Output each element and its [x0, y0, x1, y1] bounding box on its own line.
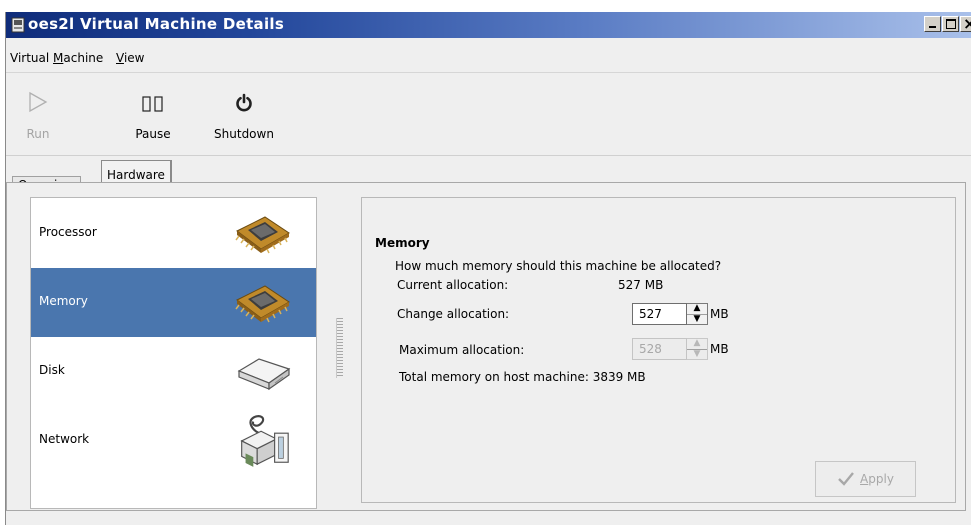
- play-icon: [29, 91, 48, 113]
- pause-label: Pause: [135, 127, 171, 141]
- apply-button[interactable]: Apply: [815, 461, 916, 497]
- increment-button[interactable]: ▲: [687, 339, 707, 350]
- decrement-button[interactable]: ▼: [687, 349, 707, 360]
- close-button[interactable]: [960, 16, 971, 32]
- max-allocation-input[interactable]: 528: [632, 338, 687, 360]
- window-title: oes2l Virtual Machine Details: [28, 15, 285, 33]
- pause-button[interactable]: Pause: [128, 73, 178, 141]
- pause-icon: [142, 96, 163, 112]
- menu-virtual-machine[interactable]: Virtual Machine: [10, 51, 103, 65]
- hw-item-label: Network: [39, 432, 90, 446]
- pane-splitter-handle[interactable]: [336, 318, 343, 378]
- shutdown-button[interactable]: Shutdown: [208, 73, 280, 141]
- host-total-memory-text: Total memory on host machine: 3839 MB: [399, 370, 646, 384]
- change-allocation-input[interactable]: 527: [632, 303, 687, 325]
- menu-view[interactable]: View: [116, 51, 144, 65]
- hw-item-network[interactable]: Network: [31, 406, 316, 475]
- memory-section-title: Memory: [375, 236, 430, 250]
- apply-label: Apply: [860, 472, 894, 486]
- menu-label-post: achine: [63, 51, 104, 65]
- decrement-button[interactable]: ▼: [687, 314, 707, 325]
- hw-item-label: Disk: [39, 363, 65, 377]
- menu-mnemonic: M: [53, 51, 64, 65]
- memory-question-text: How much memory should this machine be a…: [395, 259, 722, 273]
- network-adapter-icon: [240, 415, 289, 467]
- terminal-app-icon: [11, 17, 25, 33]
- change-allocation-spinner: 527 ▲ ▼ MB: [632, 302, 729, 326]
- disk-drive-icon: [237, 358, 291, 391]
- max-allocation-unit: MB: [710, 342, 729, 356]
- hw-item-disk[interactable]: Disk: [31, 337, 316, 406]
- minimize-button[interactable]: [924, 16, 941, 32]
- memory-chip-icon: [235, 285, 290, 323]
- shutdown-label: Shutdown: [214, 127, 274, 141]
- change-allocation-stepper: ▲ ▼: [687, 303, 708, 325]
- memory-details-panel: Memory How much memory should this machi…: [361, 197, 956, 503]
- cpu-chip-icon: [235, 216, 290, 254]
- power-icon: [236, 93, 252, 112]
- hw-item-label: Memory: [39, 294, 88, 308]
- checkmark-icon: [838, 472, 854, 486]
- change-allocation-label: Change allocation:: [397, 307, 510, 321]
- hw-item-memory[interactable]: Memory: [31, 268, 316, 337]
- run-button[interactable]: Run: [14, 73, 62, 141]
- menu-label-pre: Virtual: [10, 51, 54, 65]
- hw-item-label: Processor: [39, 225, 97, 239]
- window-controls: [924, 16, 971, 32]
- max-allocation-stepper: ▲ ▼: [687, 338, 708, 360]
- current-allocation-value: 527 MB: [618, 278, 664, 292]
- current-allocation-label: Current allocation:: [397, 278, 509, 292]
- menu-bar: Virtual Machine View: [6, 38, 971, 73]
- hw-item-processor[interactable]: Processor: [31, 199, 316, 268]
- title-bar[interactable]: oes2l Virtual Machine Details: [6, 12, 971, 38]
- hardware-device-list: Processor Memory Disk Network: [30, 197, 317, 509]
- maximize-button[interactable]: [942, 16, 959, 32]
- menu-label-post: iew: [123, 51, 145, 65]
- increment-button[interactable]: ▲: [687, 304, 707, 315]
- menu-mnemonic: V: [116, 51, 124, 65]
- max-allocation-spinner: 528 ▲ ▼ MB: [632, 337, 729, 361]
- change-allocation-unit: MB: [710, 307, 729, 321]
- run-label: Run: [26, 127, 50, 141]
- apply-label-rest: pply: [868, 472, 894, 486]
- toolbar: Run Pause Shutdown: [6, 73, 971, 156]
- max-allocation-label: Maximum allocation:: [399, 343, 525, 357]
